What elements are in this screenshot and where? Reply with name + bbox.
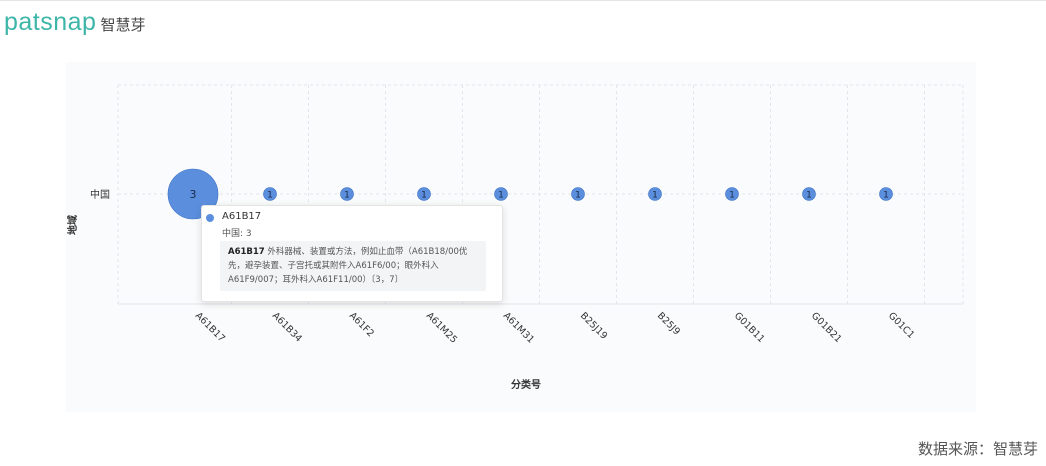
bubble-value-label: 1 [575,191,581,201]
tooltip-title: A61B17 [222,211,262,222]
x-tick-label: G01C1 [886,310,917,341]
bubble-value-label: 1 [421,191,427,201]
x-tick-label: A61M25 [424,310,459,345]
x-tick-label: G01B21 [809,310,844,345]
x-tick-label: A61M31 [501,310,536,345]
bubble-value-label: 1 [729,191,735,201]
chart-tooltip: A61B17 中国: 3 A61B17 外科器械、装置或方法，例如止血带（A61… [201,205,503,302]
y-tick-label: 中国 [90,188,110,201]
x-tick-label: A61F2 [347,310,376,339]
x-tick-label: G01B11 [732,310,767,345]
y-axis-label: 地域 [66,215,79,235]
bubble-value-label: 1 [267,191,273,201]
bubble-chart: 中国地域分类号 A61B17 A61B34 A61F2 A61M25 A61M31 B25J… [66,84,964,391]
x-tick-label: A61B17 [193,310,227,344]
tooltip-description: A61B17 外科器械、装置或方法，例如止血带（A61B18/00优先，避孕装置… [220,241,486,291]
x-tick-label: A61B34 [270,310,304,344]
tooltip-desc-code: A61B17 [228,247,265,257]
data-source-note: 数据来源：智慧芽 [917,440,1038,458]
tooltip-series-dot [206,214,214,222]
bubble-value-label: 1 [652,191,658,201]
x-tick-label: B25J9 [655,310,682,337]
bubble-value-label: 3 [190,188,197,201]
x-axis-label: 分类号 [511,378,541,391]
x-tick-label: B25J19 [578,310,609,341]
tooltip-value: 中国: 3 [222,229,252,239]
bubble-value-label: 1 [498,191,504,201]
bubble-value-label: 1 [344,191,350,201]
bubble-value-label: 1 [883,191,889,201]
bubble-value-label: 1 [806,191,812,201]
